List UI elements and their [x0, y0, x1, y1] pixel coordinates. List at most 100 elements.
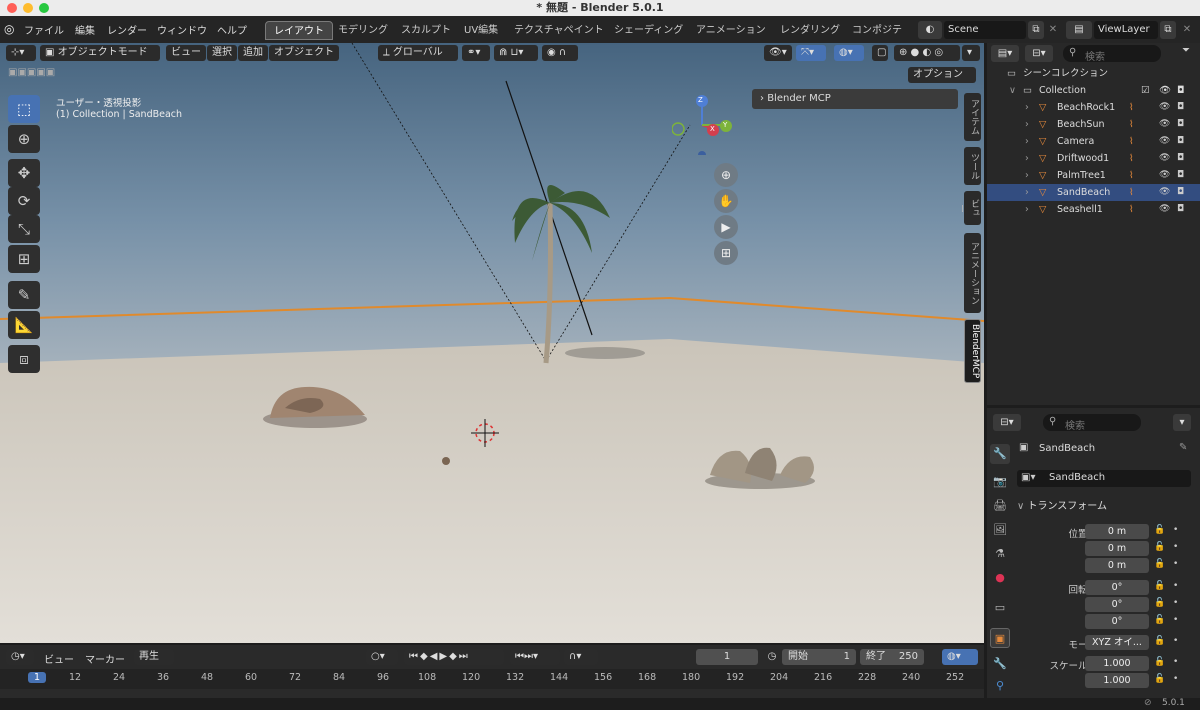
camera-icon[interactable]: ◘ [1177, 116, 1184, 133]
camera-icon[interactable]: ◘ [1177, 150, 1184, 167]
lock-icon[interactable]: 🔓 [1154, 542, 1165, 552]
rotate-tool-icon[interactable]: ⟳ [8, 187, 40, 215]
menu-edit[interactable]: 編集 [75, 22, 95, 37]
add-menu[interactable]: 追加 [238, 45, 268, 61]
camera-icon[interactable]: ◘ [1177, 99, 1184, 116]
timeline-ruler[interactable]: 1 12 24 36 48 60 72 84 96 108 120 132 144 156 168 180 19… [0, 669, 984, 689]
outliner-item[interactable]: › ▽ SandBeach ⌇ 👁 ◘ [987, 184, 1200, 201]
perspective-toggle-icon[interactable]: ⊞ [714, 241, 738, 265]
menu-render[interactable]: レンダー [107, 22, 147, 37]
options-dropdown[interactable]: オプション [908, 67, 976, 83]
tab-uv-editing[interactable]: UV編集 [456, 21, 506, 40]
record-icon[interactable]: ○▾ [366, 649, 398, 665]
tab-blendermcp[interactable]: BlenderMCP [964, 319, 981, 383]
scene-selector-icon[interactable]: ◐ [918, 21, 942, 39]
transform-value-field[interactable]: 0° [1085, 580, 1149, 595]
eye-icon[interactable]: 👁 [1159, 82, 1171, 99]
tab-texture-paint[interactable]: テクスチャペイント [506, 21, 612, 40]
chevron-right-icon[interactable]: › [1025, 116, 1029, 133]
scale-tool-icon[interactable]: ⤡ [8, 215, 40, 243]
properties-search-field[interactable]: ⚲ 検索 [1043, 414, 1141, 432]
move-tool-icon[interactable]: ✥ [8, 159, 40, 187]
add-cube-tool-icon[interactable]: ⧈ [8, 345, 40, 373]
annotate-tool-icon[interactable]: ✎ [8, 281, 40, 309]
eye-icon[interactable]: 👁 [1159, 150, 1170, 167]
new-view-layer-icon[interactable]: ⧉ [1160, 21, 1176, 39]
outliner-item[interactable]: › ▽ Driftwood1 ⌇ 👁 ◘ [987, 150, 1200, 167]
tab-tool[interactable]: ツール [964, 147, 981, 185]
lock-icon[interactable]: 🔓 [1154, 581, 1165, 591]
start-frame-field[interactable]: 開始 1 [782, 649, 856, 665]
shading-modes-icon[interactable]: ⊕ ● ◐ ◎ [894, 45, 960, 61]
keying-icon[interactable]: ⏮⏭▾ [510, 649, 560, 665]
playback-menu[interactable]: 再生 [134, 649, 174, 665]
snap-timeline-icon[interactable]: ∩▾ [564, 649, 598, 665]
lock-icon[interactable]: 🔓 [1154, 598, 1165, 608]
keyframe-dot-icon[interactable]: • [1173, 615, 1178, 625]
timeline-marker-menu[interactable]: マーカー [85, 651, 125, 666]
tab-view[interactable]: ビュー [956, 191, 981, 225]
remove-view-layer-icon[interactable]: ✕ [1180, 21, 1194, 39]
playback-controls-icon[interactable]: ⏮◆◀▶◆⏭ [404, 649, 504, 665]
timeline-view-menu[interactable]: ビュー [44, 651, 74, 666]
visibility-icon[interactable]: 👁▾ [764, 45, 792, 61]
menu-file[interactable]: ファイル [24, 22, 64, 37]
pivot-icon[interactable]: ⚭▾ [462, 45, 490, 61]
camera-icon[interactable]: ◘ [1177, 82, 1185, 99]
keyframe-dot-icon[interactable]: • [1173, 559, 1178, 569]
preview-range-icon[interactable]: ◷ [764, 649, 780, 665]
playhead[interactable]: 1 [28, 672, 46, 683]
outliner-item[interactable]: › ▽ Camera ⌇ 👁 ◘ [987, 133, 1200, 150]
eye-icon[interactable]: 👁 [1159, 99, 1170, 116]
editor-type-icon[interactable]: ⊹▾ [6, 45, 36, 61]
outliner-item[interactable]: › ▽ Seashell1 ⌇ 👁 ◘ [987, 201, 1200, 218]
new-scene-icon[interactable]: ⧉ [1028, 21, 1044, 39]
tab-shading[interactable]: シェーディング [606, 21, 691, 40]
render-properties-tab-icon[interactable]: 📷 [990, 472, 1010, 492]
keyframe-dot-icon[interactable]: • [1173, 674, 1178, 684]
view-layer-selector-icon[interactable]: ▤ [1066, 21, 1092, 39]
chevron-right-icon[interactable]: › [1025, 201, 1029, 218]
tab-layout[interactable]: レイアウト [265, 21, 333, 40]
zoom-window-button[interactable] [39, 3, 49, 13]
navigation-gizmo[interactable]: Z X Y [671, 95, 732, 159]
close-window-button[interactable] [7, 3, 17, 13]
chevron-right-icon[interactable]: › [1025, 133, 1029, 150]
zoom-icon[interactable]: ⊕ [714, 163, 738, 187]
orientation-selector[interactable]: ⟂ グローバル [378, 45, 458, 61]
chevron-right-icon[interactable]: › [1025, 184, 1029, 201]
lock-icon[interactable]: 🔓 [1154, 657, 1165, 667]
chevron-right-icon[interactable]: › [1025, 99, 1029, 116]
chevron-right-icon[interactable]: › [1025, 167, 1029, 184]
lock-icon[interactable]: 🔓 [1154, 615, 1165, 625]
tab-rendering[interactable]: レンダリング [772, 21, 848, 40]
tab-item[interactable]: アイテム [964, 93, 981, 141]
lock-icon[interactable]: 🔓 [1154, 525, 1165, 535]
scene-name-field[interactable]: Scene [944, 21, 1026, 39]
cursor-tool-icon[interactable]: ⊕ [8, 125, 40, 153]
filter-icon[interactable]: ⏷ [1177, 45, 1195, 62]
keyframe-dot-icon[interactable]: • [1173, 542, 1178, 552]
menu-help[interactable]: ヘルプ [217, 22, 247, 37]
tab-sculpt[interactable]: スカルプト [393, 21, 459, 40]
outliner-item[interactable]: › ▽ BeachRock1 ⌇ 👁 ◘ [987, 99, 1200, 116]
lock-icon[interactable]: 🔓 [1154, 674, 1165, 684]
proportional-edit-icon[interactable]: ◉ ∩ [542, 45, 578, 61]
blender-logo-icon[interactable]: ◎ [4, 22, 14, 36]
output-properties-tab-icon[interactable]: 🖨 [990, 496, 1010, 516]
tool-properties-tab-icon[interactable]: 🔧 [990, 444, 1010, 464]
camera-icon[interactable]: ◘ [1177, 184, 1184, 201]
object-properties-tab-icon[interactable]: ▣ [990, 628, 1010, 648]
world-properties-tab-icon[interactable]: ● [990, 568, 1010, 588]
eye-icon[interactable]: 👁 [1159, 133, 1170, 150]
transform-tool-icon[interactable]: ⊞ [8, 245, 40, 273]
lock-icon[interactable]: 🔓 [1154, 636, 1165, 646]
view-layer-name-field[interactable]: ViewLayer [1094, 21, 1158, 39]
keyframe-dot-icon[interactable]: • [1173, 657, 1178, 667]
tab-compositing[interactable]: コンポジテ [844, 21, 910, 40]
transform-value-field[interactable]: 0 m [1085, 524, 1149, 539]
mode-selector[interactable]: ▣ オブジェクトモード [40, 45, 160, 61]
tab-modeling[interactable]: モデリング [330, 21, 396, 40]
outliner-item[interactable]: › ▽ PalmTree1 ⌇ 👁 ◘ [987, 167, 1200, 184]
properties-options-icon[interactable]: ▾ [1173, 414, 1191, 431]
